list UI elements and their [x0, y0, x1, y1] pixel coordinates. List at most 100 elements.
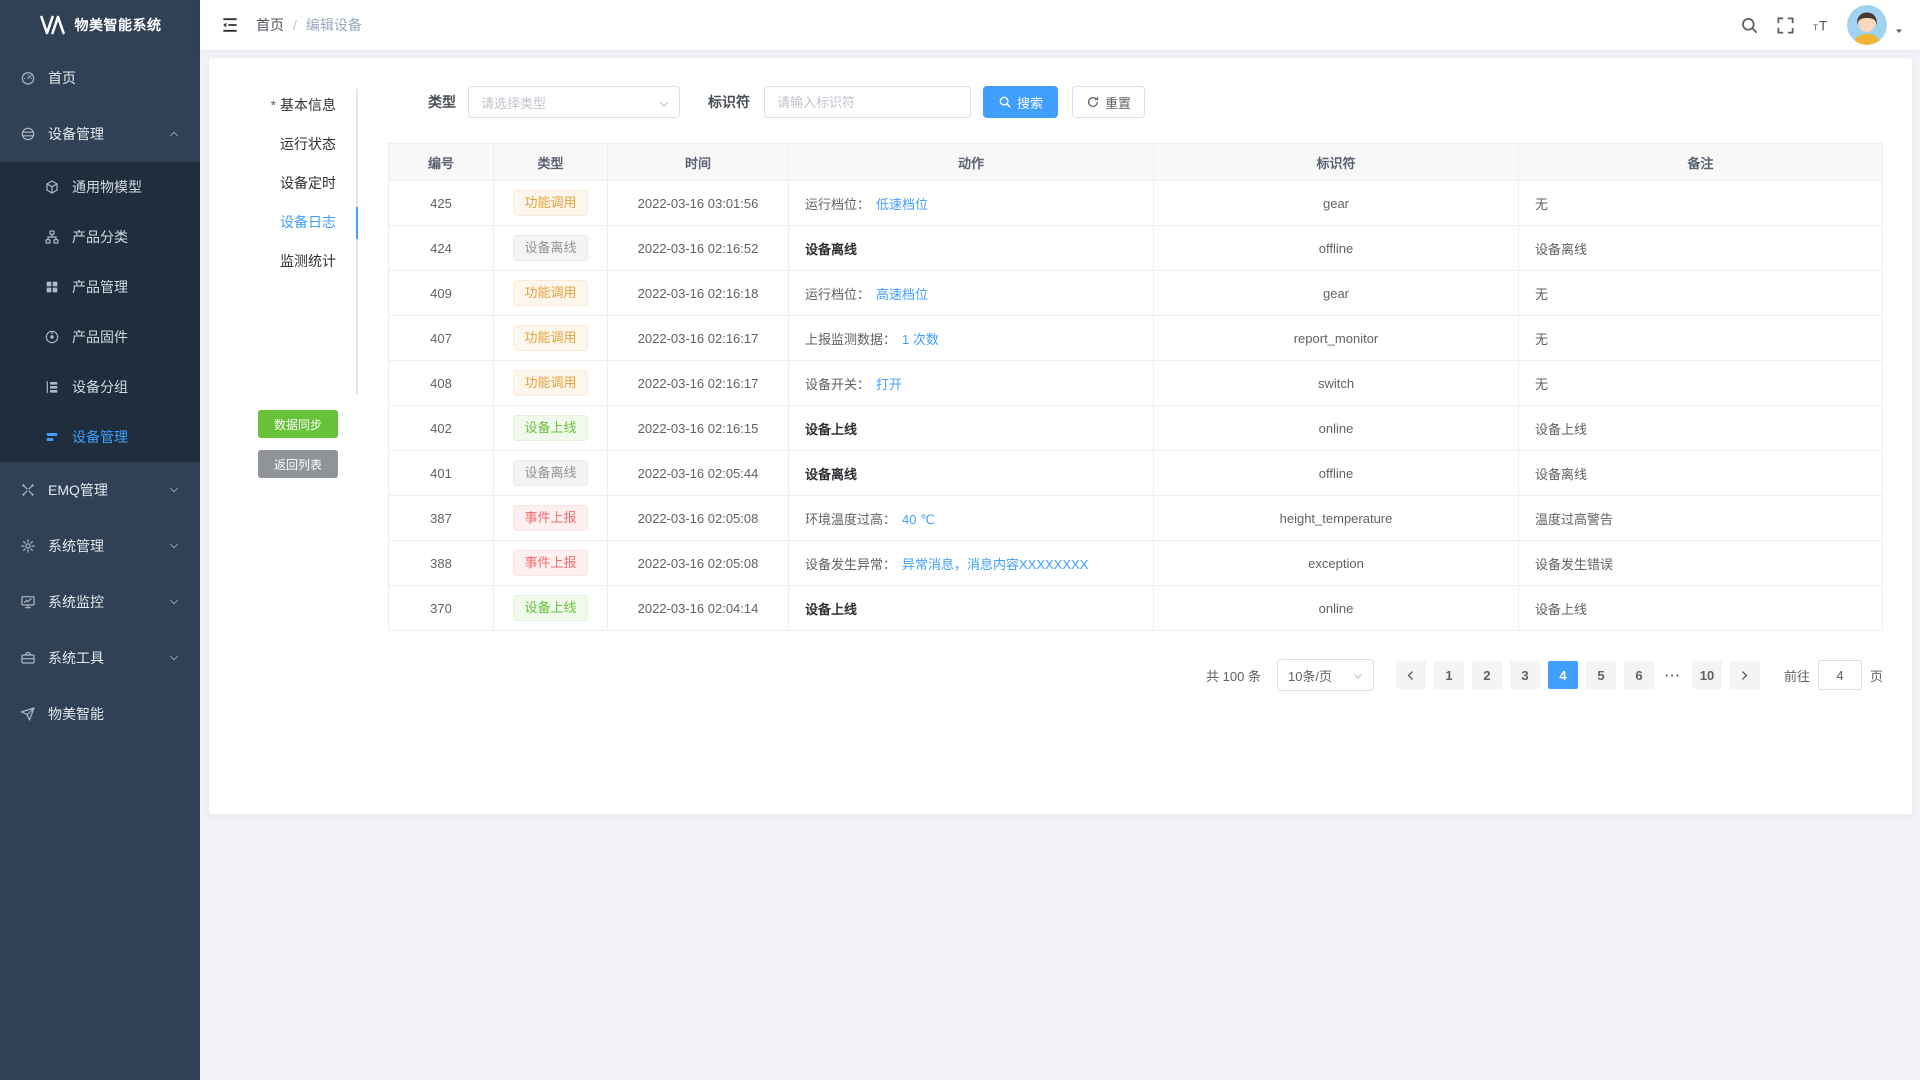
sidebar-item[interactable]: 首页: [0, 50, 200, 106]
cell-remark: 设备离线: [1519, 451, 1883, 496]
reset-button[interactable]: 重置: [1072, 86, 1145, 118]
more-pages-icon[interactable]: ···: [1658, 668, 1688, 683]
log-type-tag: 功能调用: [513, 190, 587, 216]
cell-type: 事件上报: [494, 541, 608, 586]
action-link[interactable]: 40 ℃: [902, 512, 935, 527]
action-text: 设备发生异常：: [805, 557, 896, 572]
cell-action: 运行档位：高速档位: [789, 271, 1154, 316]
cell-type: 功能调用: [494, 316, 608, 361]
page-number-button[interactable]: 2: [1472, 661, 1502, 689]
cell-identifier: gear: [1154, 271, 1519, 316]
action-link[interactable]: 低速档位: [876, 197, 928, 212]
action-text: 设备开关：: [805, 377, 870, 392]
search-icon[interactable]: [1740, 16, 1759, 35]
breadcrumb: 首页 / 编辑设备: [256, 15, 362, 35]
page-number-button[interactable]: 3: [1510, 661, 1540, 689]
next-page-button[interactable]: [1730, 661, 1760, 689]
sidebar-submenu: 通用物模型产品分类产品管理产品固件设备分组设备管理: [0, 162, 200, 462]
page-size-value: 10条/页: [1288, 666, 1332, 685]
avatar[interactable]: [1847, 5, 1887, 45]
cell-remark: 温度过高警告: [1519, 496, 1883, 541]
sidebar-item[interactable]: 物美智能: [0, 686, 200, 742]
sidebar-subitem[interactable]: 产品管理: [0, 262, 200, 312]
identifier-input[interactable]: [764, 86, 971, 118]
cell-id: 425: [389, 181, 494, 226]
type-select[interactable]: 请选择类型: [468, 86, 680, 118]
page-unit-label: 页: [1870, 666, 1883, 685]
panel-tab[interactable]: * 基本信息: [209, 86, 356, 125]
sidebar-item-label: 设备管理: [48, 124, 104, 144]
action-link[interactable]: 1 次数: [902, 332, 939, 347]
sidebar-item[interactable]: 设备管理: [0, 106, 200, 162]
cell-action: 设备上线: [789, 406, 1154, 451]
sidebar-item[interactable]: 系统管理: [0, 518, 200, 574]
page-number-button[interactable]: 5: [1586, 661, 1616, 689]
sidebar-item-label: EMQ管理: [48, 480, 108, 500]
fullscreen-icon[interactable]: [1776, 16, 1795, 35]
panel-tab[interactable]: 监测统计: [209, 242, 356, 281]
panel-tab[interactable]: 设备定时: [209, 164, 356, 203]
topbar: 首页 / 编辑设备 TT: [200, 0, 1920, 50]
prev-page-button[interactable]: [1396, 661, 1426, 689]
cell-time: 2022-03-16 03:01:56: [608, 181, 789, 226]
breadcrumb-home[interactable]: 首页: [256, 15, 284, 35]
page-number-button[interactable]: 4: [1548, 661, 1578, 689]
svg-text:T: T: [1813, 22, 1819, 32]
column-header: 标识符: [1154, 144, 1519, 181]
cell-remark: 无: [1519, 361, 1883, 406]
page-number-button[interactable]: 6: [1624, 661, 1654, 689]
sidebar-subitem[interactable]: 设备分组: [0, 362, 200, 412]
cell-id: 409: [389, 271, 494, 316]
search-button[interactable]: 搜索: [983, 86, 1058, 118]
cell-id: 388: [389, 541, 494, 586]
grid-icon: [44, 279, 60, 295]
sidebar-subitem[interactable]: 产品分类: [0, 212, 200, 262]
sidebar-subitem[interactable]: 设备管理: [0, 412, 200, 462]
action-link[interactable]: 打开: [876, 377, 902, 392]
caret-down-icon[interactable]: [1893, 24, 1905, 36]
action-text: 设备离线: [805, 467, 857, 482]
cell-remark: 无: [1519, 181, 1883, 226]
log-type-tag: 设备上线: [513, 595, 587, 621]
action-link[interactable]: 高速档位: [876, 287, 928, 302]
sidebar-subitem[interactable]: 产品固件: [0, 312, 200, 362]
sidebar-item[interactable]: EMQ管理: [0, 462, 200, 518]
cell-action: 环境温度过高：40 ℃: [789, 496, 1154, 541]
table-row: 424 设备离线 2022-03-16 02:16:52 设备离线 offlin…: [389, 226, 1883, 271]
gear-icon: [20, 538, 36, 554]
reset-button-label: 重置: [1105, 93, 1131, 112]
content-area: * 基本信息运行状态设备定时设备日志监测统计 数据同步 返回列表 类型 请选择类…: [200, 50, 1920, 1080]
cell-remark: 设备上线: [1519, 406, 1883, 451]
sidebar-menu: 首页设备管理通用物模型产品分类产品管理产品固件设备分组设备管理EMQ管理系统管理…: [0, 50, 200, 742]
hamburger-icon[interactable]: [220, 15, 240, 35]
cell-id: 424: [389, 226, 494, 271]
logo[interactable]: 物美智能系统: [0, 0, 200, 50]
data-sync-button[interactable]: 数据同步: [258, 410, 338, 438]
panel-tab[interactable]: 设备日志: [209, 203, 356, 242]
column-header: 动作: [789, 144, 1154, 181]
refresh-icon: [1086, 95, 1100, 109]
bars-icon: [44, 429, 60, 445]
table-row: 425 功能调用 2022-03-16 03:01:56 运行档位：低速档位 g…: [389, 181, 1883, 226]
sidebar-item[interactable]: 系统工具: [0, 630, 200, 686]
column-header: 备注: [1519, 144, 1883, 181]
page-number-button[interactable]: 10: [1692, 661, 1722, 689]
action-text: 设备上线: [805, 422, 857, 437]
cell-type: 功能调用: [494, 181, 608, 226]
font-size-icon[interactable]: TT: [1812, 16, 1831, 35]
cell-time: 2022-03-16 02:05:44: [608, 451, 789, 496]
cell-id: 408: [389, 361, 494, 406]
log-type-tag: 设备离线: [513, 235, 587, 261]
sidebar-item[interactable]: 系统监控: [0, 574, 200, 630]
goto-page-input[interactable]: [1818, 660, 1862, 690]
sidebar-item-label: 系统管理: [48, 536, 104, 556]
table-row: 409 功能调用 2022-03-16 02:16:18 运行档位：高速档位 g…: [389, 271, 1883, 316]
cell-type: 功能调用: [494, 271, 608, 316]
log-type-tag: 事件上报: [513, 550, 587, 576]
action-link[interactable]: 异常消息，消息内容XXXXXXXX: [902, 557, 1088, 572]
page-size-select[interactable]: 10条/页: [1277, 659, 1374, 691]
page-number-button[interactable]: 1: [1434, 661, 1464, 689]
sidebar-subitem[interactable]: 通用物模型: [0, 162, 200, 212]
back-to-list-button[interactable]: 返回列表: [258, 450, 338, 478]
panel-tab[interactable]: 运行状态: [209, 125, 356, 164]
